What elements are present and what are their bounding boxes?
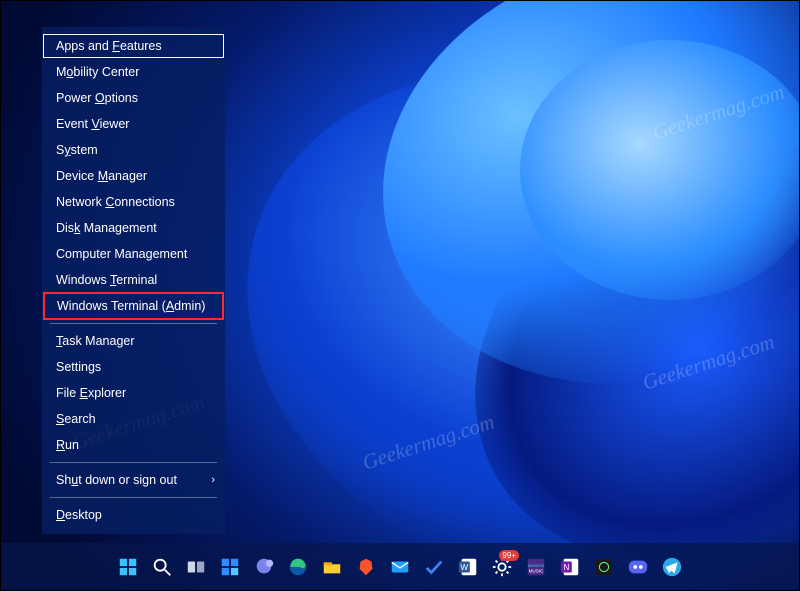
mail-icon [389, 556, 411, 578]
menu-separator [50, 497, 217, 498]
taskview-icon [185, 556, 207, 578]
brave-icon [355, 556, 377, 578]
start-icon [117, 556, 139, 578]
menu-item-desktop[interactable]: Desktop [42, 502, 225, 528]
notification-badge: 99+ [499, 550, 519, 561]
mail-button[interactable] [386, 553, 414, 581]
settings-button[interactable]: 99+ [488, 553, 516, 581]
menu-item-file-explorer[interactable]: File Explorer [42, 380, 225, 406]
edge-icon [287, 556, 309, 578]
brave-button[interactable] [352, 553, 380, 581]
menu-separator [50, 462, 217, 463]
menu-item-computer-management[interactable]: Computer Management [42, 241, 225, 267]
explorer-icon [321, 556, 343, 578]
menu-item-disk-management[interactable]: Disk Management [42, 215, 225, 241]
chevron-right-icon: › [211, 471, 215, 489]
svg-text:amazon: amazon [528, 563, 545, 568]
menu-item-task-manager[interactable]: Task Manager [42, 328, 225, 354]
todo-icon [423, 556, 445, 578]
menu-item-windows-terminal[interactable]: Windows Terminal [42, 267, 225, 293]
davinci-button[interactable] [590, 553, 618, 581]
menu-separator [50, 323, 217, 324]
task-view-button[interactable] [182, 553, 210, 581]
menu-item-settings[interactable]: Settings [42, 354, 225, 380]
menu-item-windows-terminal-admin[interactable]: Windows Terminal (Admin) [43, 292, 224, 320]
search-icon [151, 556, 173, 578]
menu-item-apps-and-features[interactable]: Apps and Features [42, 33, 225, 59]
winx-power-menu: Apps and FeaturesMobility CenterPower Op… [42, 27, 225, 534]
menu-item-mobility-center[interactable]: Mobility Center [42, 59, 225, 85]
discord-button[interactable] [624, 553, 652, 581]
davinci-icon [593, 556, 615, 578]
svg-text:MUSIC: MUSIC [529, 569, 544, 574]
menu-item-power-options[interactable]: Power Options [42, 85, 225, 111]
onenote-button[interactable]: N [556, 553, 584, 581]
svg-text:W: W [460, 563, 468, 572]
onenote-icon: N [559, 556, 581, 578]
desktop-background[interactable]: Geekermag.com Geekermag.com Geekermag.co… [0, 0, 800, 591]
start-button[interactable] [114, 553, 142, 581]
telegram-icon [661, 556, 683, 578]
discord-icon [627, 556, 649, 578]
chat-button[interactable] [250, 553, 278, 581]
menu-item-shutdown-signout[interactable]: Shut down or sign out› [42, 467, 225, 493]
edge-button[interactable] [284, 553, 312, 581]
word-button[interactable]: W [454, 553, 482, 581]
widgets-button[interactable] [216, 553, 244, 581]
telegram-button[interactable] [658, 553, 686, 581]
widgets-icon [219, 556, 241, 578]
todo-button[interactable] [420, 553, 448, 581]
word-icon: W [457, 556, 479, 578]
menu-item-network-connections[interactable]: Network Connections [42, 189, 225, 215]
chat-icon [253, 556, 275, 578]
search-button[interactable] [148, 553, 176, 581]
menu-item-run[interactable]: Run [42, 432, 225, 458]
menu-item-search[interactable]: Search [42, 406, 225, 432]
menu-item-event-viewer[interactable]: Event Viewer [42, 111, 225, 137]
amznmusic-icon: amazonMUSIC [525, 556, 547, 578]
svg-text:N: N [563, 563, 569, 572]
amazon-music-button[interactable]: amazonMUSIC [522, 553, 550, 581]
menu-item-system[interactable]: System [42, 137, 225, 163]
taskbar: W 99+ amazonMUSIC N [0, 543, 800, 591]
menu-item-device-manager[interactable]: Device Manager [42, 163, 225, 189]
file-explorer-button[interactable] [318, 553, 346, 581]
